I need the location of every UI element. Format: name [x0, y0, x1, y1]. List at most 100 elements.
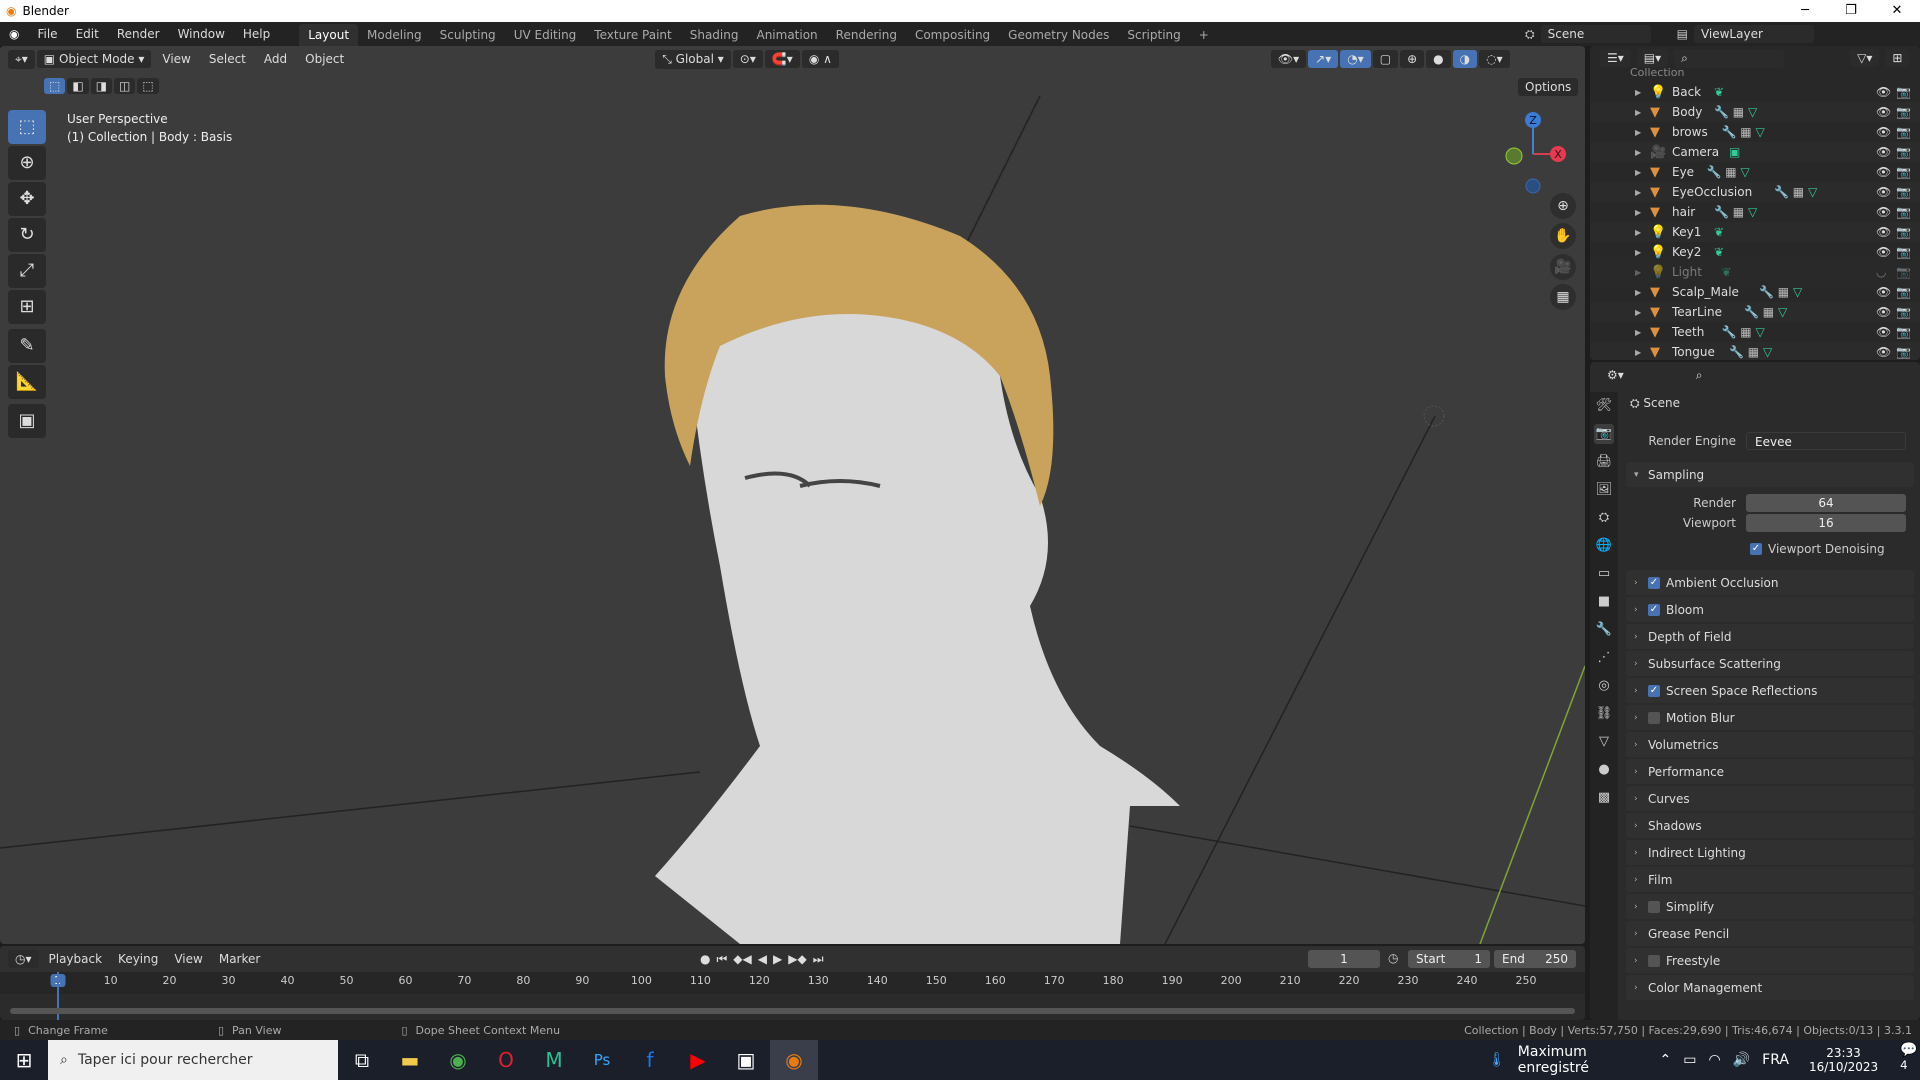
chrome-icon[interactable]: ◉ — [434, 1040, 482, 1080]
tab-shading[interactable]: Shading — [681, 24, 748, 46]
menu-help[interactable]: Help — [234, 22, 279, 46]
outliner-item[interactable]: ▶ ▼ Tongue 🔧 ▦ ▽ 👁 📷 — [1590, 342, 1920, 360]
timeline-menu-keying[interactable]: Keying — [112, 947, 164, 971]
panel-simplify[interactable]: › Simplify — [1626, 894, 1914, 919]
outliner-item[interactable]: ▶ 🎥 Camera ▣ 👁 📷 — [1590, 142, 1920, 162]
tab-data-icon[interactable]: ▽ — [1594, 732, 1614, 752]
visibility-eye-icon[interactable]: 👁 — [1876, 125, 1891, 139]
outliner-editor-type[interactable]: ☰▾ — [1600, 49, 1631, 67]
tab-texture-icon[interactable]: ▩ — [1594, 788, 1614, 808]
panel-performance[interactable]: › Performance — [1626, 759, 1914, 784]
render-camera-icon[interactable]: 📷 — [1896, 265, 1911, 279]
render-camera-icon[interactable]: 📷 — [1896, 245, 1911, 259]
panel-enable-checkbox[interactable] — [1648, 900, 1660, 913]
zoom-icon[interactable]: ⊕ — [1550, 193, 1576, 219]
pivot-button[interactable]: ⊙▾ — [732, 50, 763, 68]
panel-curves[interactable]: › Curves — [1626, 786, 1914, 811]
select-extend-button[interactable]: ◧ — [67, 78, 89, 94]
expand-arrow-icon[interactable]: ▶ — [1635, 228, 1641, 237]
visibility-eye-icon[interactable]: 👁 — [1876, 345, 1891, 359]
outliner-item[interactable]: ▶ ▼ hair 🔧 ▦ ▽ 👁 📷 — [1590, 202, 1920, 222]
file-explorer-icon[interactable]: ▬ — [386, 1040, 434, 1080]
panel-depth-of-field[interactable]: › Depth of Field — [1626, 624, 1914, 649]
select-invert-button[interactable]: ◫ — [114, 78, 136, 94]
meet-icon[interactable]: ▭ — [1683, 1052, 1696, 1068]
start-frame-field[interactable]: Start 1 — [1408, 950, 1490, 968]
visibility-eye-icon[interactable]: 👁 — [1876, 205, 1891, 219]
3d-viewport[interactable]: ⌖▾ ▣ Object Mode ▾ View Select Add Object ⤡… — [0, 46, 1585, 944]
render-camera-icon[interactable]: 📷 — [1896, 185, 1911, 199]
current-frame-field[interactable]: 1 — [1308, 950, 1380, 968]
xray-toggle[interactable]: ▢ — [1372, 50, 1399, 68]
measure-tool[interactable]: 📐 — [8, 365, 46, 399]
menu-edit[interactable]: Edit — [67, 22, 108, 46]
taskbar-search[interactable]: ⌕ Taper ici pour rechercher — [48, 1040, 338, 1080]
blender-menu-icon[interactable]: ◉ — [0, 22, 28, 46]
outliner-item[interactable]: ▶ ▼ Scalp_Male 🔧 ▦ ▽ 👁 📷 — [1590, 282, 1920, 302]
render-camera-icon[interactable]: 📷 — [1896, 345, 1911, 359]
material-shading[interactable]: ◑ — [1452, 50, 1478, 68]
sampling-panel-header[interactable]: ▾ Sampling — [1626, 462, 1914, 487]
viewport-menu-add[interactable]: Add — [255, 47, 296, 71]
visibility-eye-icon[interactable]: 👁 — [1876, 165, 1891, 179]
outliner-item[interactable]: ▶ ▼ Body 🔧 ▦ ▽ 👁 📷 — [1590, 102, 1920, 122]
expand-arrow-icon[interactable]: ▶ — [1635, 88, 1641, 97]
expand-arrow-icon[interactable]: ▶ — [1635, 208, 1641, 217]
menu-window[interactable]: Window — [169, 22, 234, 46]
tab-collection-icon[interactable]: ▭ — [1594, 564, 1614, 584]
editor-type-button[interactable]: ⌖▾ — [8, 49, 35, 69]
panel-color-management[interactable]: › Color Management — [1626, 975, 1914, 1000]
play-reverse-button[interactable]: ◀ — [758, 952, 767, 967]
language-indicator[interactable]: FRA — [1762, 1052, 1789, 1068]
timeline-editor-type[interactable]: ◷▾ — [8, 950, 39, 968]
visibility-eye-icon[interactable]: 👁 — [1876, 245, 1891, 259]
outliner-item[interactable]: ▶ ▼ EyeOcclusion 🔧 ▦ ▽ 👁 📷 — [1590, 182, 1920, 202]
preview-range-icon[interactable]: ◷ — [1388, 951, 1398, 965]
expand-arrow-icon[interactable]: ▶ — [1635, 188, 1641, 197]
outliner-item[interactable]: ▶ 💡 Key2 ❦ 👁 📷 — [1590, 242, 1920, 262]
menu-file[interactable]: File — [28, 22, 66, 46]
m-app-icon[interactable]: M — [530, 1040, 578, 1080]
mode-selector[interactable]: ▣ Object Mode ▾ — [36, 50, 152, 68]
visibility-eye-icon[interactable]: 👁 — [1876, 185, 1891, 199]
visibility-eye-icon[interactable]: ◡ — [1876, 265, 1886, 279]
panel-bloom[interactable]: › ✓ Bloom — [1626, 597, 1914, 622]
outliner-item[interactable]: ▶ ▼ TearLine 🔧 ▦ ▽ 👁 📷 — [1590, 302, 1920, 322]
render-camera-icon[interactable]: 📷 — [1896, 165, 1911, 179]
visibility-eye-icon[interactable]: 👁 — [1876, 105, 1891, 119]
tab-scripting[interactable]: Scripting — [1118, 24, 1189, 46]
expand-arrow-icon[interactable]: ▶ — [1635, 148, 1641, 157]
visibility-eye-icon[interactable]: 👁 — [1876, 325, 1891, 339]
tab-compositing[interactable]: Compositing — [906, 24, 999, 46]
rotate-tool[interactable]: ↻ — [8, 218, 46, 252]
maximize-button[interactable]: ❐ — [1828, 0, 1874, 22]
proportional-button[interactable]: ◉ ∧ — [801, 50, 839, 68]
render-camera-icon[interactable]: 📷 — [1896, 225, 1911, 239]
jump-end-button[interactable]: ⏭ — [813, 952, 824, 967]
properties-search[interactable]: ⌕ — [1688, 365, 1789, 385]
viewport-menu-select[interactable]: Select — [200, 47, 255, 71]
outliner-item[interactable]: ▶ ▼ brows 🔧 ▦ ▽ 👁 📷 — [1590, 122, 1920, 142]
render-engine-select[interactable]: Eevee — [1746, 432, 1906, 450]
frame-ruler[interactable]: 1102030405060708090100110120130140150160… — [0, 972, 1585, 994]
render-camera-icon[interactable]: 📷 — [1896, 125, 1911, 139]
prev-keyframe-button[interactable]: ◆◀ — [733, 952, 751, 967]
scale-tool[interactable]: ⤢ — [8, 254, 46, 288]
annotate-tool[interactable]: ✎ — [8, 329, 46, 363]
volume-icon[interactable]: 🔊 — [1733, 1052, 1750, 1068]
timeline-menu-playback[interactable]: Playback — [43, 947, 109, 971]
tab-uv-editing[interactable]: UV Editing — [505, 24, 586, 46]
panel-shadows[interactable]: › Shadows — [1626, 813, 1914, 838]
gizmo-toggle[interactable]: ↗▾ — [1308, 50, 1339, 68]
tab-object-icon[interactable]: ■ — [1594, 592, 1614, 612]
tab-sculpting[interactable]: Sculpting — [431, 24, 505, 46]
timeline-scrollbar[interactable] — [10, 1008, 1575, 1014]
tab-geometry-nodes[interactable]: Geometry Nodes — [999, 24, 1118, 46]
render-camera-icon[interactable]: 📷 — [1896, 285, 1911, 299]
cursor-tool[interactable]: ⊕ — [8, 146, 46, 180]
panel-subsurface-scattering[interactable]: › Subsurface Scattering — [1626, 651, 1914, 676]
orientation-selector[interactable]: ⤡ Global ▾ — [655, 49, 731, 69]
scene-selector[interactable]: Scene — [1540, 25, 1651, 43]
close-button[interactable]: ✕ — [1874, 0, 1920, 22]
next-keyframe-button[interactable]: ▶◆ — [788, 952, 806, 967]
